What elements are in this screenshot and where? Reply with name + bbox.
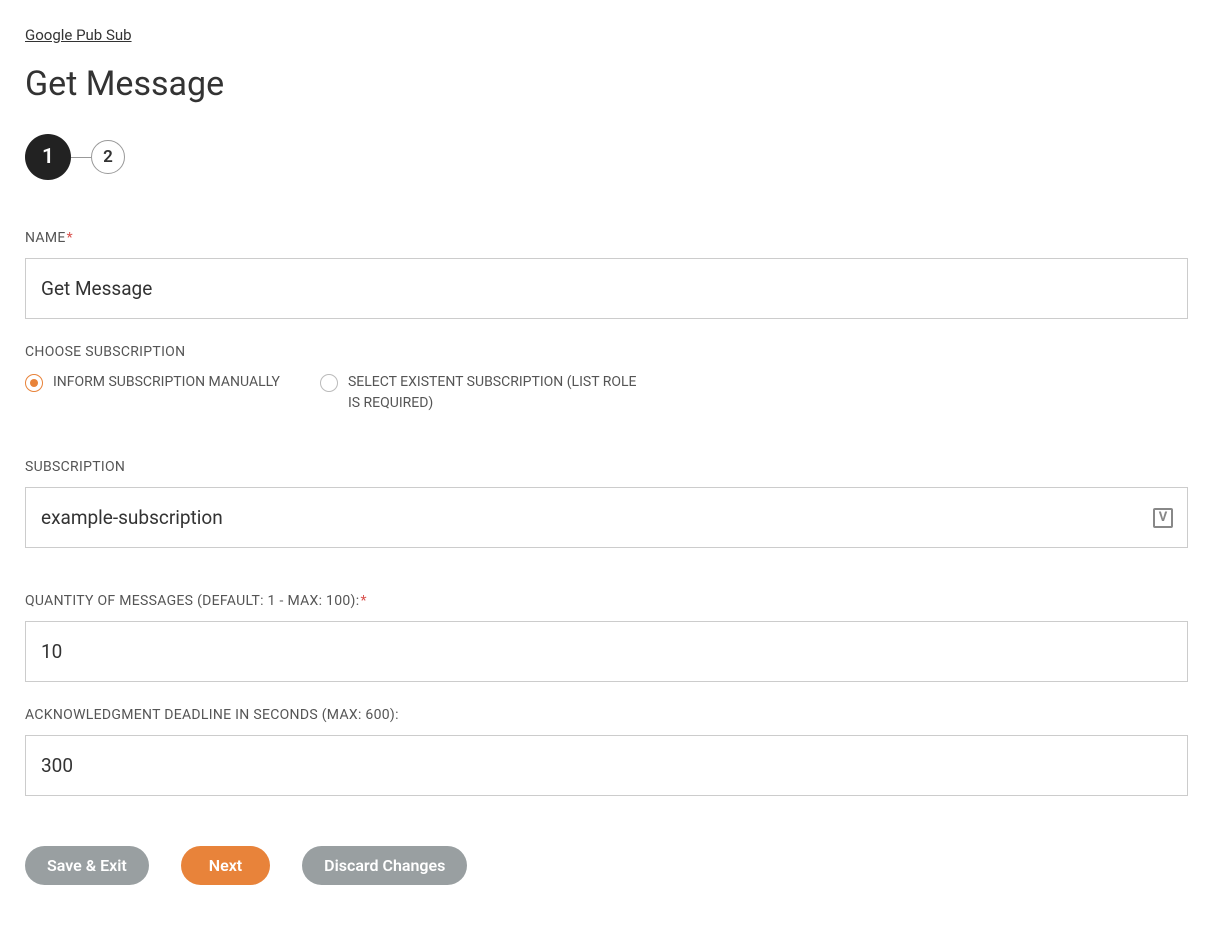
subscription-label: SUBSCRIPTION — [25, 459, 1188, 475]
ack-deadline-input[interactable] — [25, 735, 1188, 796]
breadcrumb[interactable]: Google Pub Sub — [25, 26, 132, 44]
radio-option-manual[interactable]: INFORM SUBSCRIPTION MANUALLY — [25, 372, 280, 414]
subscription-radio-group: INFORM SUBSCRIPTION MANUALLY SELECT EXIS… — [25, 372, 1188, 414]
choose-subscription-group: CHOOSE SUBSCRIPTION INFORM SUBSCRIPTION … — [25, 344, 1188, 414]
quantity-label: QUANTITY OF MESSAGES (DEFAULT: 1 - MAX: … — [25, 593, 1188, 609]
step-connector — [71, 157, 91, 158]
radio-label-manual: INFORM SUBSCRIPTION MANUALLY — [53, 372, 280, 393]
next-button[interactable]: Next — [181, 846, 270, 885]
radio-option-existent[interactable]: SELECT EXISTENT SUBSCRIPTION (LIST ROLE … — [320, 372, 640, 414]
name-field-group: NAME* — [25, 230, 1188, 319]
required-asterisk: * — [67, 230, 73, 246]
radio-button-manual[interactable] — [25, 374, 43, 392]
radio-label-existent: SELECT EXISTENT SUBSCRIPTION (LIST ROLE … — [348, 372, 640, 414]
ack-deadline-label: ACKNOWLEDGMENT DEADLINE IN SECONDS (MAX:… — [25, 707, 1188, 723]
quantity-input[interactable] — [25, 621, 1188, 682]
name-label: NAME* — [25, 230, 1188, 246]
choose-subscription-label: CHOOSE SUBSCRIPTION — [25, 344, 1188, 360]
step-2[interactable]: 2 — [91, 140, 125, 174]
quantity-field-group: QUANTITY OF MESSAGES (DEFAULT: 1 - MAX: … — [25, 593, 1188, 682]
save-exit-button[interactable]: Save & Exit — [25, 846, 149, 885]
ack-deadline-field-group: ACKNOWLEDGMENT DEADLINE IN SECONDS (MAX:… — [25, 707, 1188, 796]
quantity-label-text: QUANTITY OF MESSAGES (DEFAULT: 1 - MAX: … — [25, 593, 359, 609]
subscription-field-group: SUBSCRIPTION V — [25, 459, 1188, 548]
name-label-text: NAME — [25, 230, 66, 246]
discard-changes-button[interactable]: Discard Changes — [302, 846, 467, 885]
button-row: Save & Exit Next Discard Changes — [25, 846, 1188, 885]
step-1[interactable]: 1 — [25, 134, 71, 180]
stepper: 1 2 — [25, 134, 1188, 180]
required-asterisk: * — [360, 593, 366, 609]
subscription-input[interactable] — [25, 487, 1188, 548]
name-input[interactable] — [25, 258, 1188, 319]
page-title: Get Message — [25, 64, 1188, 104]
radio-button-existent[interactable] — [320, 374, 338, 392]
